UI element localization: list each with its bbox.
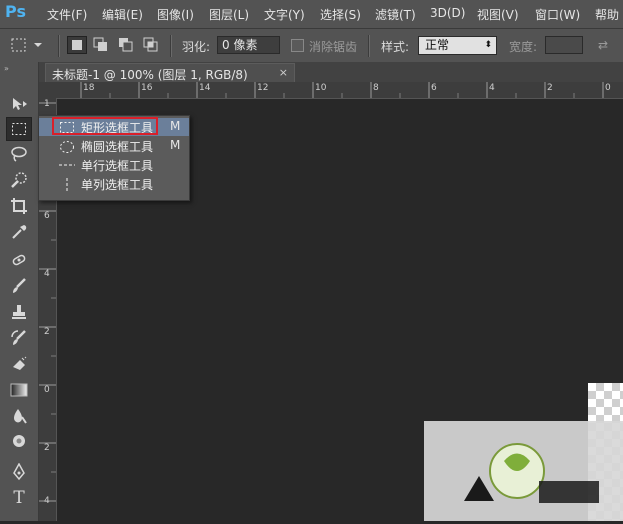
menu-type[interactable]: 文字(Y) (264, 6, 305, 23)
highlight-box (52, 117, 158, 135)
add-selection-icon[interactable] (93, 37, 109, 53)
ruler-top-label: 4 (489, 83, 495, 93)
marquee-icon[interactable] (6, 117, 32, 141)
menu-view[interactable]: 视图(V) (477, 6, 519, 23)
ruler-left-label: 2 (44, 443, 50, 453)
antialias-checkbox[interactable] (291, 39, 304, 52)
flyout-item-ellipse-marquee[interactable]: 椭圆选框工具 M (39, 137, 189, 155)
menu-image[interactable]: 图像(I) (157, 6, 194, 23)
collapse-icon[interactable]: » (4, 64, 9, 73)
ruler-top-label: 6 (431, 83, 437, 93)
style-label: 样式: (381, 40, 410, 54)
ruler-top-label: 12 (257, 83, 269, 93)
pen-icon[interactable] (6, 460, 32, 484)
menu-edit[interactable]: 编辑(E) (102, 6, 143, 23)
ps-logo: Ps (5, 2, 26, 21)
flyout-item-single-row-marquee[interactable]: 单行选框工具 (39, 156, 189, 174)
marquee-preset-icon[interactable] (10, 37, 44, 53)
document-tab-title: 未标题-1 @ 100% (图层 1, RGB/8) (52, 68, 248, 82)
dodge-icon[interactable] (6, 430, 32, 454)
flyout-item-label: 椭圆选框工具 (81, 140, 154, 154)
flyout-item-shortcut: M (170, 138, 181, 152)
menu-file[interactable]: 文件(F) (47, 6, 87, 23)
flyout-item-label: 单列选框工具 (81, 178, 154, 192)
ruler-left-label: 0 (44, 385, 50, 395)
flyout-item-label: 单行选框工具 (81, 159, 154, 173)
style-select[interactable]: 正常 ⬍ (418, 36, 497, 55)
ruler-top-label: 16 (141, 83, 153, 93)
flyout-item-single-column-marquee[interactable]: 单列选框工具 (39, 175, 189, 193)
document-tab-bar: 未标题-1 @ 100% (图层 1, RGB/8) × (39, 62, 623, 82)
ruler-left-label: 1 (44, 99, 50, 109)
menu-window[interactable]: 窗口(W) (535, 6, 580, 23)
ruler-corner (39, 82, 57, 98)
move-icon[interactable] (6, 92, 32, 116)
ruler-top: 18 16 14 12 10 8 6 4 2 0 (57, 82, 623, 99)
menu-help[interactable]: 帮助 (595, 6, 619, 23)
single-row-marquee-icon (59, 164, 75, 166)
menu-layer[interactable]: 图层(L) (209, 6, 249, 23)
eyedropper-icon[interactable] (6, 220, 32, 244)
ruler-left-label: 4 (44, 496, 50, 506)
feather-label: 羽化: (182, 40, 211, 54)
quick-select-icon[interactable] (6, 168, 32, 192)
history-brush-icon[interactable] (6, 326, 32, 350)
subtract-selection-icon[interactable] (118, 37, 134, 53)
watermark-logo (424, 421, 623, 521)
stamp-icon[interactable] (6, 300, 32, 324)
ruler-top-label: 2 (547, 83, 553, 93)
tools-panel: » T (0, 62, 39, 521)
single-column-marquee-icon (66, 178, 68, 192)
ruler-top-label: 10 (315, 83, 327, 93)
style-value: 正常 (425, 38, 450, 52)
swap-icon[interactable]: ⇄ (598, 38, 608, 52)
flyout-item-shortcut: M (170, 119, 181, 133)
type-icon[interactable]: T (6, 486, 32, 510)
width-input[interactable] (545, 36, 583, 54)
brush-icon[interactable] (6, 274, 32, 298)
intersect-selection-icon[interactable] (143, 37, 159, 53)
width-label: 宽度: (509, 40, 538, 54)
marquee-tool-flyout: 矩形选框工具 M 椭圆选框工具 M 单行选框工具 单列选框工具 (38, 115, 190, 201)
ruler-top-label: 14 (199, 83, 211, 93)
blur-icon[interactable] (6, 404, 32, 428)
watermark-emblem-icon (464, 443, 599, 503)
document-tab[interactable]: 未标题-1 @ 100% (图层 1, RGB/8) × (45, 63, 295, 82)
new-selection-icon[interactable] (67, 36, 87, 54)
ruler-left-label: 4 (44, 269, 50, 279)
close-icon[interactable]: × (279, 66, 288, 79)
menu-3d[interactable]: 3D(D) (430, 6, 465, 20)
gradient-icon[interactable] (6, 378, 32, 402)
ellipse-marquee-icon (60, 141, 74, 153)
ruler-top-label: 8 (373, 83, 379, 93)
ruler-left-label: 2 (44, 327, 50, 337)
eraser-icon[interactable] (6, 352, 32, 376)
lasso-icon[interactable] (6, 142, 32, 166)
select-arrow-icon: ⬍ (484, 40, 492, 50)
menubar: Ps 文件(F) 编辑(E) 图像(I) 图层(L) 文字(Y) 选择(S) 滤… (0, 0, 623, 29)
ruler-top-label: 0 (605, 83, 611, 93)
crop-icon[interactable] (6, 194, 32, 218)
antialias-label: 消除锯齿 (309, 40, 358, 54)
menu-select[interactable]: 选择(S) (320, 6, 361, 23)
ruler-top-label: 18 (83, 83, 95, 93)
options-bar: 羽化: 0 像素 消除锯齿 样式: 正常 ⬍ 宽度: ⇄ (0, 29, 623, 63)
feather-input[interactable]: 0 像素 (217, 36, 280, 54)
ruler-left-label: 6 (44, 211, 50, 221)
menu-filter[interactable]: 滤镜(T) (375, 6, 416, 23)
healing-icon[interactable] (6, 248, 32, 272)
